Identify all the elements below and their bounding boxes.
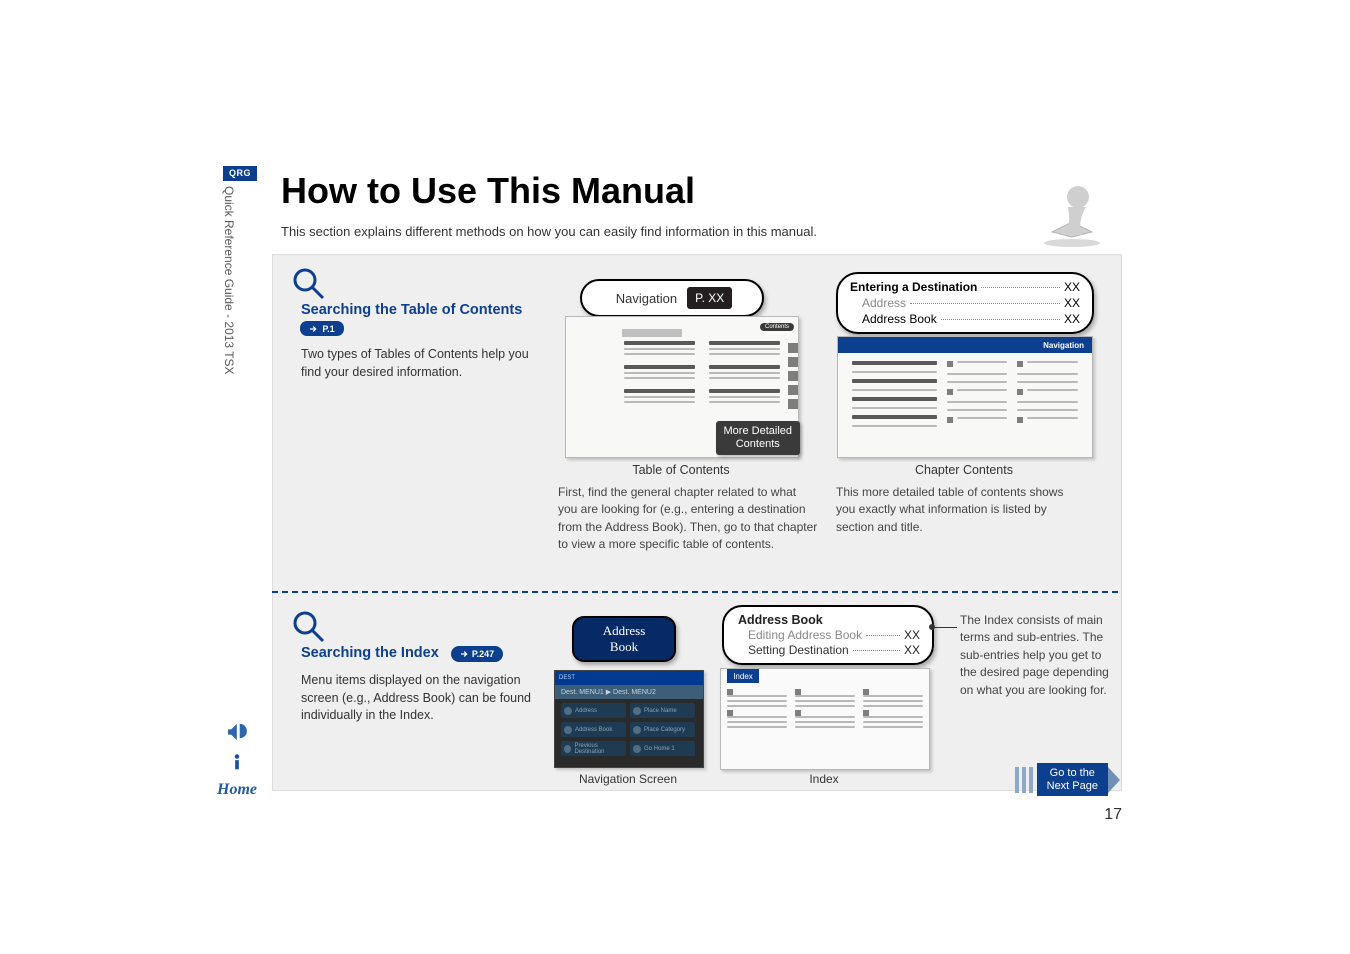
connector-line [933,627,957,628]
dest-menu-tabs: Dest. MENU1 ▶ Dest. MENU2 [555,685,703,699]
detailed-contents-label: More Detailed Contents [716,421,800,455]
entering-destination-callout: Entering a Destination XX Address XX Add… [836,272,1094,334]
btn-place-name: Place Name [630,703,695,718]
chapter-caption: Chapter Contents [837,463,1091,477]
side-title: Quick Reference Guide - 2013 TSX [222,186,236,375]
chevron-right-icon [1108,767,1120,793]
navigation-screen-thumbnail: DEST Dest. MENU1 ▶ Dest. MENU2 Address P… [554,670,704,768]
section-toc-title: Searching the Table of Contents [301,302,522,318]
chapter-lines [852,361,1078,445]
section-index-title: Searching the Index [301,645,439,661]
address-book-index-callout: Address Book Editing Address Book XX Set… [722,605,934,665]
btn-prev-dest: Previous Destination [561,741,626,756]
index-thumbnail: Index [720,668,930,770]
side-icons: Home [217,721,257,799]
btn-address: Address [561,703,626,718]
dest-header: DEST [555,671,703,685]
chapter-paragraph: This more detailed table of contents sho… [836,484,1081,536]
toc-thumbnail: Contents More Detailed Content [565,316,799,458]
home-link[interactable]: Home [217,781,257,799]
page-247-link[interactable]: P.247 [451,646,503,662]
navigation-callout: Navigation P. XX [580,279,764,317]
nav-screen-caption: Navigation Screen [554,772,702,786]
magnifier-icon [290,608,326,644]
entering-title-page: XX [1064,280,1080,294]
next-page-label: Go to theNext Page [1037,763,1108,796]
reading-person-icon [1022,177,1122,247]
chapter-thumbnail: Navigation [837,336,1093,458]
index-tag: Index [727,669,759,683]
next-bars-icon [1015,767,1033,793]
page: QRG Quick Reference Guide - 2013 TSX Hom… [0,0,1350,954]
page-247-label: P.247 [472,649,494,659]
page-1-link[interactable]: P.1 [300,321,344,336]
nav-callout-label: Navigation [606,285,687,312]
address-book-heading: Address Book [738,613,920,627]
index-caption: Index [720,772,928,786]
address-row-editing: Editing Address Book XX [738,628,920,642]
btn-place-category: Place Category [630,722,695,737]
contents-pill: Contents [760,323,794,331]
section-divider [272,591,1118,593]
qrg-badge[interactable]: QRG [223,166,257,181]
next-page-button[interactable]: Go to theNext Page [1015,763,1120,796]
nav-button-grid: Address Place Name Address Book Place Ca… [555,699,703,760]
section-toc-desc: Two types of Tables of Contents help you… [301,346,531,381]
address-book-callout: AddressBook [572,616,676,662]
entering-sub2: Address Book XX [850,312,1080,326]
nav-callout-page: P. XX [687,287,732,309]
index-lines [727,689,923,763]
page-title: How to Use This Manual [281,170,695,212]
info-icon[interactable] [223,751,251,773]
toc-paragraph: First, find the general chapter related … [558,484,818,554]
entering-title: Entering a Destination [850,280,977,294]
chapter-navbar: Navigation [838,337,1092,353]
btn-address-book: Address Book [561,722,626,737]
voice-icon[interactable] [223,721,251,743]
page-subtitle: This section explains different methods … [281,224,817,239]
toc-caption: Table of Contents [565,463,797,477]
address-row-setting: Setting Destination XX [738,643,920,657]
magnifier-icon [290,265,326,301]
index-paragraph: The Index consists of main terms and sub… [960,612,1120,699]
entering-sub1: Address XX [850,296,1080,310]
btn-go-home: Go Home 1 [630,741,695,756]
page-1-label: P.1 [322,324,334,334]
section-index-desc: Menu items displayed on the navigation s… [301,672,541,725]
entering-title-row: Entering a Destination XX [850,280,1080,294]
page-number: 17 [1104,806,1122,824]
